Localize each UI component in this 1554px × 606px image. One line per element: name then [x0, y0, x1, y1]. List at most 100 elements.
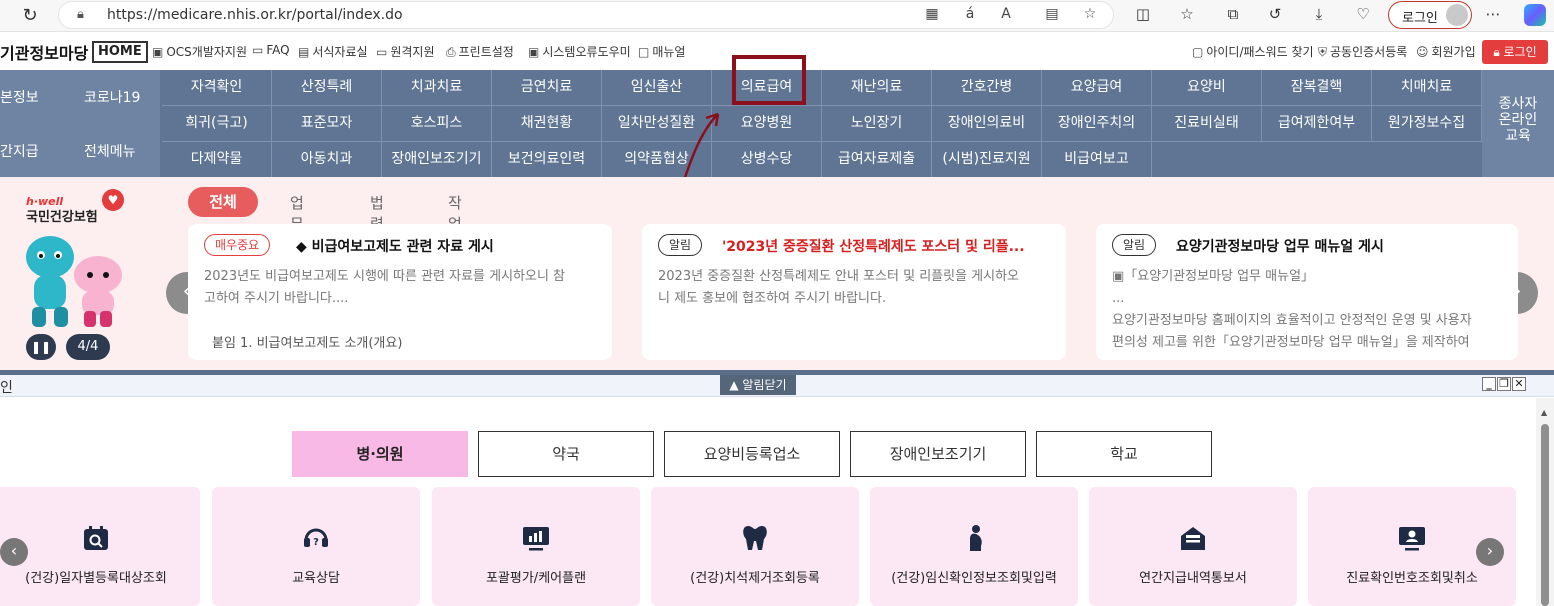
nav-menu-item[interactable]: 보건의료인력	[492, 142, 602, 178]
history-icon[interactable]: ↺	[1264, 5, 1286, 23]
health-icon[interactable]: ♡	[1352, 5, 1374, 23]
url-text[interactable]: https://medicare.nhis.or.kr/portal/index…	[107, 7, 403, 23]
service-card[interactable]: (건강)일자별등록대상조회	[0, 487, 200, 606]
next-service-button[interactable]: ›	[1476, 538, 1504, 566]
refresh-icon[interactable]: ↻	[18, 4, 42, 28]
text-size-icon[interactable]: A	[995, 6, 1017, 22]
service-label: (건강)임신확인정보조회및입력	[891, 571, 1057, 586]
signup-link[interactable]: ☺ 회원가입	[1416, 43, 1476, 60]
restore-icon[interactable]: ❐	[1497, 377, 1511, 391]
category-assistive-device[interactable]: 장애인보조기기	[850, 431, 1026, 477]
nav-menu-item[interactable]: 치과치료	[382, 70, 492, 106]
nav-menu-item[interactable]: 진료비실태	[1152, 106, 1262, 142]
service-card[interactable]: 연간지급내역통보서	[1089, 487, 1297, 606]
notice-card[interactable]: 매우중요 ◆ 비급여보고제도 관련 자료 게시 2023년도 비급여보고제도 시…	[188, 224, 612, 360]
notice-title[interactable]: ◆ 비급여보고제도 관련 자료 게시	[296, 236, 494, 256]
notice-attachment[interactable]: 붙임 1. 비급여보고제도 소개(개요)	[212, 332, 402, 351]
system-error-help-link[interactable]: ▣ 시스템오류도우미	[528, 43, 631, 60]
nav-menu-item[interactable]: 치매치료	[1372, 70, 1482, 106]
heart-icon: ♥	[102, 189, 124, 211]
nav-menu-item[interactable]: 비급여보고	[1042, 142, 1152, 178]
avatar	[1446, 4, 1468, 26]
nav-menu-item[interactable]: 요양급여	[1042, 70, 1152, 106]
service-label: (건강)일자별등록대상조회	[25, 571, 167, 586]
nav-menu-item[interactable]: 급여제한여부	[1262, 106, 1372, 142]
favorites-icon[interactable]: ☆	[1176, 5, 1198, 23]
category-care-facility[interactable]: 요양비등록업소	[664, 431, 840, 477]
nav-menu-item[interactable]: 희귀(극고)	[162, 106, 272, 142]
nav-menu-item[interactable]: 재난의료	[822, 70, 932, 106]
nav-menu-item[interactable]: 표준모자	[272, 106, 382, 142]
download-icon[interactable]: ⤓	[1308, 5, 1330, 23]
favorite-star-icon[interactable]: ☆	[1079, 6, 1101, 22]
remote-support-link[interactable]: ▭ 원격지원	[376, 43, 435, 60]
chat-icon: ▭	[252, 43, 264, 57]
nav-covid19[interactable]: 코로나19	[84, 87, 140, 107]
nav-menu-item[interactable]: 장애인의료비	[932, 106, 1042, 142]
ocs-developer-link[interactable]: ▣ OCS개발자지원	[152, 43, 247, 60]
find-id-password-link[interactable]: ▢ 아이디/패스워드 찾기	[1192, 43, 1314, 60]
minimize-icon[interactable]: _	[1482, 377, 1496, 391]
nav-menu-item[interactable]: 원가정보수집	[1372, 106, 1482, 142]
nav-menu-item[interactable]: 산정특례	[272, 70, 382, 106]
category-pharmacy[interactable]: 약국	[478, 431, 654, 477]
prev-service-button[interactable]: ‹	[0, 538, 28, 566]
mascot-pink-image	[74, 256, 122, 327]
site-login-button[interactable]: 🔒︎ 로그인	[1482, 40, 1548, 64]
collections-icon[interactable]: ⧉	[1222, 5, 1244, 23]
copilot-icon[interactable]	[1524, 4, 1546, 26]
notice-badge: 알림	[658, 234, 703, 256]
print-settings-link[interactable]: ⎙ 프린트설정	[446, 43, 514, 60]
split-screen-icon[interactable]: ◫	[1132, 5, 1154, 23]
nav-menu-item[interactable]: 잠복결핵	[1262, 70, 1372, 106]
browser-toolbar: ↻ 🔒︎ https://medicare.nhis.or.kr/portal/…	[0, 0, 1554, 32]
nav-menu-item[interactable]: 자격확인	[162, 70, 272, 106]
nav-interim-pay[interactable]: 간지급	[0, 141, 39, 161]
nav-menu-item[interactable]: 간호간병	[932, 70, 1042, 106]
read-aloud-icon[interactable]: á	[959, 6, 981, 22]
close-notice-button[interactable]: ▲ 알림닫기	[720, 375, 796, 395]
home-button[interactable]: HOME	[92, 41, 148, 63]
notice-card[interactable]: 알림 '2023년 중증질환 산정특례제도 포스터 및 리플... 2023년 …	[642, 224, 1066, 360]
nav-menu-item[interactable]: 호스피스	[382, 106, 492, 142]
service-card[interactable]: ? 교육상담	[212, 487, 420, 606]
tab-all[interactable]: 전체	[188, 187, 258, 217]
notice-card[interactable]: 알림 요양기관정보마당 업무 매뉴얼 게시 ▣「요양기관정보마당 업무 매뉴얼」…	[1096, 224, 1518, 360]
nav-staff-online-education[interactable]: 종사자 온라인 교육	[1482, 70, 1554, 177]
scrollbar-thumb[interactable]	[1541, 424, 1549, 606]
nav-menu-item[interactable]: 요양비	[1152, 70, 1262, 106]
nav-menu-item[interactable]: 노인장기	[822, 106, 932, 142]
browser-profile-login[interactable]: 로그인	[1388, 1, 1472, 29]
scroll-up-icon[interactable]: ▲	[1541, 408, 1547, 417]
more-icon[interactable]: ⋯	[1482, 5, 1504, 23]
faq-link[interactable]: ▭ FAQ	[252, 43, 290, 57]
notice-title[interactable]: '2023년 중증질환 산정특례제도 포스터 및 리플...	[722, 236, 1025, 256]
service-card[interactable]: (건강)임신확인정보조회및입력	[870, 487, 1078, 606]
apps-icon[interactable]: ▦	[921, 6, 943, 22]
nav-menu-item[interactable]: (시범)진료지원	[932, 142, 1042, 178]
service-label: 포괄평가/케어플랜	[485, 571, 587, 586]
certificate-register-link[interactable]: ⛨ 공동인증서등록	[1318, 43, 1407, 60]
nav-menu-item[interactable]: 장애인주치의	[1042, 106, 1152, 142]
address-bar[interactable]: 🔒︎ https://medicare.nhis.or.kr/portal/in…	[58, 1, 1114, 29]
book-icon: □	[638, 45, 650, 59]
nav-menu-item[interactable]: 장애인보조기기	[382, 142, 492, 178]
nav-menu-item[interactable]: 아동치과	[272, 142, 382, 178]
close-icon[interactable]: ✕	[1512, 377, 1526, 391]
nav-menu-item[interactable]: 금연치료	[492, 70, 602, 106]
nav-basic-info[interactable]: 본정보	[0, 87, 39, 107]
nav-menu-item[interactable]: 다제약물	[162, 142, 272, 178]
nav-menu-item[interactable]: 급여자료제출	[822, 142, 932, 178]
immersive-reader-icon[interactable]: ▤	[1041, 6, 1063, 22]
nav-menu-item[interactable]: 채권현황	[492, 106, 602, 142]
category-school[interactable]: 학교	[1036, 431, 1212, 477]
service-card[interactable]: 포괄평가/케어플랜	[432, 487, 640, 606]
form-library-link[interactable]: ▤ 서식자료실	[298, 43, 368, 60]
pause-button[interactable]: ❚❚	[26, 334, 56, 360]
notice-title[interactable]: 요양기관정보마당 업무 매뉴얼 게시	[1176, 236, 1384, 256]
category-hospital-clinic[interactable]: 병·의원	[292, 431, 468, 477]
nav-all-menu[interactable]: 전체메뉴	[84, 141, 136, 161]
service-card[interactable]: (건강)치석제거조회등록	[651, 487, 859, 606]
manual-link[interactable]: □ 매뉴얼	[638, 43, 685, 60]
notice-body: 2023년도 비급여보고제도 시행에 따른 관련 자료를 게시하오니 참 고하여…	[204, 269, 566, 306]
